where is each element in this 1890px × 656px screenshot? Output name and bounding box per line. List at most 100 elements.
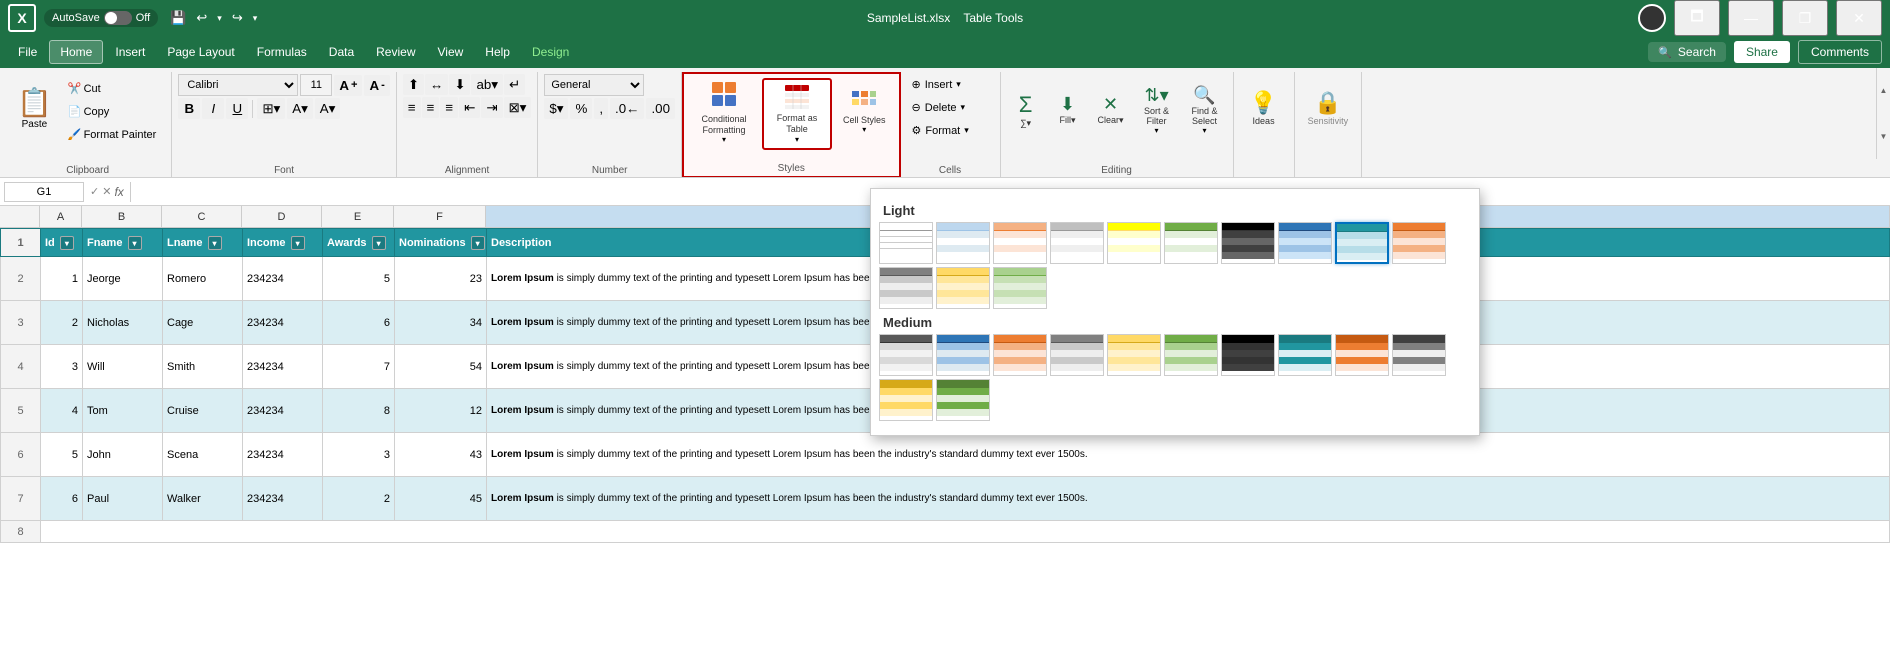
font-color-button[interactable]: A▾ [315, 98, 341, 119]
fill-button[interactable]: ⬇ Fill▾ [1049, 76, 1087, 144]
percent-button[interactable]: % [570, 98, 592, 119]
cell-7-nominations[interactable]: 45 [395, 477, 487, 521]
paste-button[interactable]: 📋 Paste [10, 74, 59, 142]
cell-6-lname[interactable]: Scena [163, 433, 243, 477]
cell-7-id[interactable]: 6 [41, 477, 83, 521]
cell-2-id[interactable]: 1 [41, 257, 83, 301]
decrease-indent-button[interactable]: ⇤ [459, 97, 480, 118]
cell-7-lname[interactable]: Walker [163, 477, 243, 521]
col-header-a[interactable]: A [40, 206, 82, 227]
table-style-light-12[interactable] [936, 267, 990, 309]
align-right-button[interactable]: ≡ [440, 97, 458, 118]
ideas-button[interactable]: 💡 Ideas [1240, 74, 1288, 142]
nominations-filter-btn[interactable]: ▾ [471, 236, 485, 250]
header-id[interactable]: Id ▾ [41, 229, 83, 257]
table-style-light-4[interactable] [1050, 222, 1104, 264]
table-style-medium-4[interactable] [1050, 334, 1104, 376]
cell-2-income[interactable]: 234234 [243, 257, 323, 301]
table-style-medium-12[interactable] [936, 379, 990, 421]
comments-button[interactable]: Comments [1798, 40, 1882, 64]
insert-button[interactable]: ⊕ Insert ▾ [907, 74, 966, 95]
ribbon-scroll-up[interactable]: ▲ [1877, 68, 1890, 114]
cell-7-fname[interactable]: Paul [83, 477, 163, 521]
align-center-button[interactable]: ≡ [422, 97, 440, 118]
cell-4-id[interactable]: 3 [41, 345, 83, 389]
ribbon-scrollbar[interactable]: ▲ ▼ [1876, 68, 1890, 159]
autosum-button[interactable]: Σ ∑▾ [1007, 76, 1045, 144]
menu-review[interactable]: Review [366, 41, 425, 63]
table-style-light-2[interactable] [936, 222, 990, 264]
table-style-light-9[interactable]: Blue, Table Style Light 9 [1335, 222, 1389, 264]
cell-4-fname[interactable]: Will [83, 345, 163, 389]
table-style-light-6[interactable] [1164, 222, 1218, 264]
header-awards[interactable]: Awards ▾ [323, 229, 395, 257]
cell-7-income[interactable]: 234234 [243, 477, 323, 521]
menu-view[interactable]: View [428, 41, 474, 63]
bottom-align-button[interactable]: ⬇ [449, 74, 470, 95]
merge-button[interactable]: ⊠▾ [504, 97, 532, 118]
middle-align-button[interactable]: ↔ [425, 74, 448, 95]
format-as-table-button[interactable]: Format as Table ▾ [762, 78, 832, 150]
cell-3-nominations[interactable]: 34 [395, 301, 487, 345]
menu-home[interactable]: Home [49, 40, 103, 64]
cell-4-awards[interactable]: 7 [323, 345, 395, 389]
format-button[interactable]: ⚙ Format ▾ [907, 120, 974, 141]
undo-button[interactable]: ↩ [192, 6, 211, 30]
increase-font-button[interactable]: A+ [334, 75, 362, 96]
italic-button[interactable]: I [202, 98, 224, 119]
table-style-light-7[interactable] [1221, 222, 1275, 264]
name-box[interactable] [4, 182, 84, 202]
autosave-toggle[interactable]: AutoSave Off [44, 9, 158, 27]
ribbon-scroll-down[interactable]: ▼ [1877, 114, 1890, 160]
comma-button[interactable]: , [594, 98, 608, 119]
cell-styles-button[interactable]: Cell Styles ▾ [836, 78, 893, 146]
table-style-medium-1[interactable] [879, 334, 933, 376]
table-style-light-3[interactable] [993, 222, 1047, 264]
function-x[interactable]: ✕ [102, 185, 111, 198]
col-header-e[interactable]: E [322, 206, 394, 227]
table-style-light-1[interactable] [879, 222, 933, 264]
cell-7-awards[interactable]: 2 [323, 477, 395, 521]
table-style-light-8[interactable] [1278, 222, 1332, 264]
top-align-button[interactable]: ⬆ [403, 74, 424, 95]
cell-4-income[interactable]: 234234 [243, 345, 323, 389]
header-nominations[interactable]: Nominations ▾ [395, 229, 487, 257]
menu-help[interactable]: Help [475, 41, 520, 63]
cell-3-id[interactable]: 2 [41, 301, 83, 345]
wrap-text-button[interactable]: ↵ [504, 74, 525, 95]
table-style-light-5[interactable] [1107, 222, 1161, 264]
increase-indent-button[interactable]: ⇥ [481, 97, 502, 118]
find-select-button[interactable]: 🔍 Find &Select ▾ [1183, 76, 1227, 144]
table-style-medium-8[interactable] [1278, 334, 1332, 376]
close-button[interactable]: ✕ [1836, 0, 1882, 36]
cell-5-nominations[interactable]: 12 [395, 389, 487, 433]
cell-5-id[interactable]: 4 [41, 389, 83, 433]
cell-5-awards[interactable]: 8 [323, 389, 395, 433]
table-style-light-11[interactable] [879, 267, 933, 309]
search-box[interactable]: 🔍 Search [1648, 42, 1726, 62]
lname-filter-btn[interactable]: ▾ [208, 236, 222, 250]
format-painter-button[interactable]: 🖌️ Format Painter [63, 124, 161, 145]
cell-3-awards[interactable]: 6 [323, 301, 395, 345]
autosave-switch[interactable] [104, 11, 132, 25]
decrease-decimal-button[interactable]: .0← [610, 98, 644, 119]
table-style-medium-7[interactable] [1221, 334, 1275, 376]
table-style-medium-3[interactable] [993, 334, 1047, 376]
income-filter-btn[interactable]: ▾ [291, 236, 305, 250]
function-fx[interactable]: fx [114, 185, 123, 199]
cell-5-lname[interactable]: Cruise [163, 389, 243, 433]
table-style-medium-10[interactable] [1392, 334, 1446, 376]
number-format-select[interactable]: General [544, 74, 644, 96]
undo-dropdown[interactable]: ▾ [213, 9, 226, 28]
id-filter-btn[interactable]: ▾ [60, 236, 74, 250]
cell-6-awards[interactable]: 3 [323, 433, 395, 477]
increase-decimal-button[interactable]: .00 [646, 98, 675, 119]
table-style-medium-5[interactable] [1107, 334, 1161, 376]
header-fname[interactable]: Fname ▾ [83, 229, 163, 257]
bold-button[interactable]: B [178, 98, 200, 119]
cell-8-empty[interactable] [41, 521, 1890, 543]
cell-2-lname[interactable]: Romero [163, 257, 243, 301]
currency-button[interactable]: $▾ [544, 98, 568, 119]
cell-2-awards[interactable]: 5 [323, 257, 395, 301]
cell-7-desc[interactable]: Lorem Ipsum is simply dummy text of the … [487, 477, 1890, 521]
